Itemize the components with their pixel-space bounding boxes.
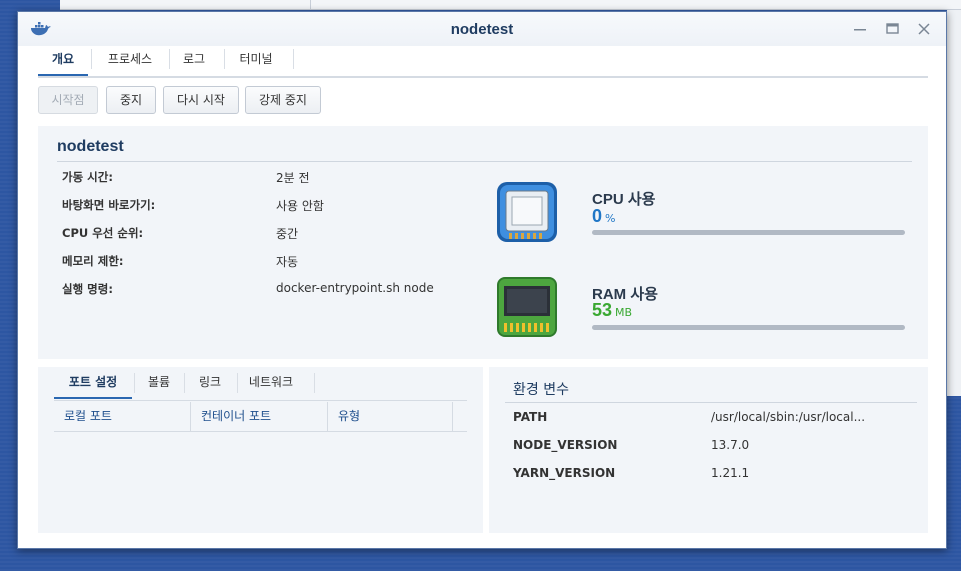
column-type[interactable]: 유형 <box>328 402 453 431</box>
cpu-usage-unit: % <box>605 212 616 225</box>
tab-link[interactable]: 링크 <box>186 367 234 399</box>
ports-tabs: 포트 설정 볼륨 링크 네트워크 <box>54 367 467 401</box>
tab-divider <box>237 373 238 393</box>
tab-divider <box>91 49 92 69</box>
tab-divider <box>293 49 294 69</box>
container-detail-window: nodetest 개요 프로세스 로그 터미널 시작점 중지 다시 시작 강제 … <box>17 11 947 549</box>
env-value: /usr/local/sbin:/usr/local... <box>711 410 866 424</box>
ram-icon <box>497 277 557 337</box>
tab-divider <box>314 373 315 393</box>
memory-limit-value: 자동 <box>276 255 299 269</box>
ram-usage-unit: MB <box>615 306 633 319</box>
uptime-value: 2분 전 <box>276 171 310 185</box>
tab-overview[interactable]: 개요 <box>38 46 88 76</box>
tab-divider <box>169 49 170 69</box>
background-window-edge <box>947 10 961 396</box>
cpu-priority-label: CPU 우선 순위: <box>62 226 144 240</box>
close-icon[interactable] <box>914 19 934 39</box>
tab-process[interactable]: 프로세스 <box>94 46 166 76</box>
divider <box>57 161 912 162</box>
ram-usage-bar <box>592 325 905 330</box>
column-local-port[interactable]: 로컬 포트 <box>54 402 191 431</box>
command-label: 실행 명령: <box>62 282 113 296</box>
tab-port-settings[interactable]: 포트 설정 <box>54 367 132 399</box>
background-window-divider <box>310 0 311 10</box>
minimize-icon[interactable] <box>850 19 870 39</box>
cpu-usage-bar <box>592 230 905 235</box>
divider <box>505 402 917 403</box>
env-key: PATH <box>513 410 548 424</box>
env-key: NODE_VERSION <box>513 438 618 452</box>
tab-divider <box>134 373 135 393</box>
env-vars-title: 환경 변수 <box>513 382 569 398</box>
tab-divider <box>184 373 185 393</box>
stop-button[interactable]: 중지 <box>106 86 156 114</box>
container-name: nodetest <box>57 138 124 155</box>
tab-network[interactable]: 네트워크 <box>240 367 302 399</box>
ports-panel: 포트 설정 볼륨 링크 네트워크 로컬 포트 컨테이너 포트 유형 <box>38 367 483 533</box>
desktop-shortcut-value: 사용 안함 <box>276 199 324 213</box>
tab-log[interactable]: 로그 <box>172 46 216 76</box>
main-tabs: 개요 프로세스 로그 터미널 <box>38 46 928 78</box>
ports-table-header: 로컬 포트 컨테이너 포트 유형 <box>54 402 467 432</box>
titlebar[interactable]: nodetest <box>18 12 946 46</box>
memory-limit-label: 메모리 제한: <box>62 254 124 268</box>
ram-usage-value: 53 <box>592 300 613 320</box>
env-key: YARN_VERSION <box>513 466 616 480</box>
env-vars-panel: 환경 변수 PATH /usr/local/sbin:/usr/local...… <box>489 367 928 533</box>
ram-usage-readout: 53 MB <box>592 300 632 321</box>
env-value: 1.21.1 <box>711 466 750 480</box>
cpu-usage-readout: 0% <box>592 206 615 227</box>
restart-button[interactable]: 다시 시작 <box>163 86 239 114</box>
background-window <box>60 0 961 10</box>
tab-divider <box>224 49 225 69</box>
column-container-port[interactable]: 컨테이너 포트 <box>191 402 328 431</box>
maximize-icon[interactable] <box>882 19 902 39</box>
command-value: docker-entrypoint.sh node <box>276 281 434 295</box>
force-stop-button[interactable]: 강제 중지 <box>245 86 321 114</box>
start-button[interactable]: 시작점 <box>38 86 98 114</box>
cpu-priority-value: 중간 <box>276 227 299 241</box>
uptime-label: 가동 시간: <box>62 170 113 184</box>
tab-volume[interactable]: 볼륨 <box>136 367 182 399</box>
env-value: 13.7.0 <box>711 438 750 452</box>
overview-panel: nodetest 가동 시간: 2분 전 바탕화면 바로가기: 사용 안함 CP… <box>38 126 928 359</box>
cpu-usage-value: 0 <box>592 206 603 226</box>
cpu-icon <box>497 182 557 242</box>
desktop-shortcut-label: 바탕화면 바로가기: <box>62 198 156 212</box>
window-title: nodetest <box>450 21 514 38</box>
tab-terminal[interactable]: 터미널 <box>228 46 284 76</box>
